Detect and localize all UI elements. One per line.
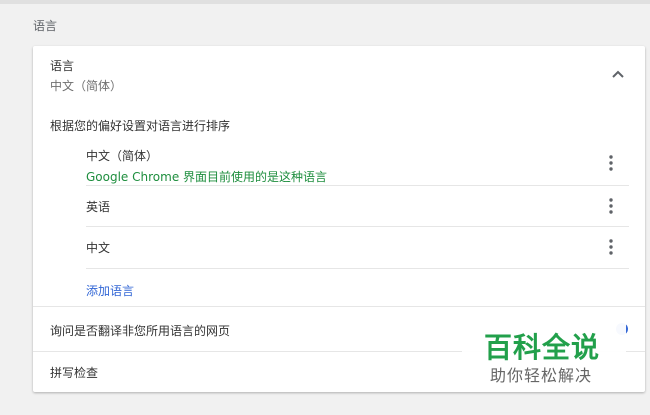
language-panel-header[interactable]: 语言 中文（简体） <box>33 46 645 101</box>
translate-offer-label: 询问是否翻译非您所用语言的网页 <box>50 324 231 338</box>
language-more-button[interactable] <box>601 235 621 259</box>
watermark-logo: 百科全说 助你轻松解决 <box>462 322 626 392</box>
language-order-label: 根据您的偏好设置对语言进行排序 <box>50 119 231 133</box>
more-vert-icon <box>609 198 613 214</box>
spellcheck-label: 拼写检查 <box>50 366 99 380</box>
chevron-up-icon <box>612 70 624 78</box>
language-row: 中文 <box>86 227 629 269</box>
watermark-title: 百科全说 <box>484 331 601 364</box>
language-more-button[interactable] <box>601 194 621 218</box>
more-vert-icon <box>609 155 613 171</box>
watermark-subtitle: 助你轻松解决 <box>490 366 593 385</box>
language-row: 中文（简体） Google Chrome 界面目前使用的是这种语言 <box>86 140 629 186</box>
current-language: 中文（简体） <box>50 79 123 93</box>
language-row: 英语 <box>86 186 629 227</box>
language-name: 中文 <box>86 241 111 255</box>
language-more-button[interactable] <box>601 151 621 175</box>
collapse-button[interactable] <box>608 64 628 84</box>
top-bar-edge <box>0 0 650 4</box>
ui-language-note: Google Chrome 界面目前使用的是这种语言 <box>86 170 328 184</box>
language-name: 中文（简体） <box>86 149 159 163</box>
section-heading: 语言 <box>33 19 58 33</box>
more-vert-icon <box>609 239 613 255</box>
language-panel-title: 语言 <box>50 59 75 73</box>
add-language-link[interactable]: 添加语言 <box>86 282 134 299</box>
language-name: 英语 <box>86 200 111 214</box>
